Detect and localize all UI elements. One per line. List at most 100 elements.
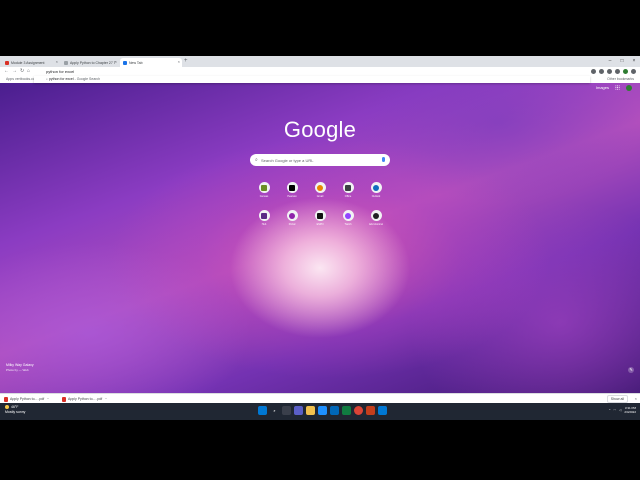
show-all-button[interactable]: Show all bbox=[606, 395, 628, 403]
profile-avatar-icon[interactable] bbox=[623, 69, 628, 74]
start-icon[interactable] bbox=[258, 406, 267, 415]
window-controls: – □ × bbox=[604, 56, 640, 67]
pdf-icon bbox=[62, 396, 66, 402]
shortcut-office[interactable]: Office bbox=[338, 182, 358, 198]
suggestion-query: python for excel bbox=[48, 77, 74, 81]
toolbar-icons bbox=[591, 68, 636, 74]
date: 2/4/2022 bbox=[624, 410, 636, 414]
toolbar: ← → ↻ ⌂ python for excel bbox=[0, 67, 640, 76]
excel-icon[interactable] bbox=[342, 406, 351, 415]
sun-icon bbox=[5, 405, 9, 410]
chevron-up-icon[interactable]: ^ bbox=[105, 397, 106, 401]
shortcut-icon bbox=[261, 212, 267, 219]
volume-icon[interactable]: ◁ bbox=[619, 408, 621, 412]
omnibox[interactable]: python for excel bbox=[34, 68, 590, 75]
omnibox-suggestion[interactable]: ⌕ python for excel - Google Search bbox=[34, 76, 590, 83]
new-tab-button[interactable]: + bbox=[184, 58, 188, 65]
credit-author: Photo by — Web bbox=[6, 368, 29, 372]
suggestion-hint: - Google Search bbox=[74, 77, 101, 81]
shortcut-icon bbox=[373, 184, 379, 191]
bookmark-star-icon[interactable] bbox=[599, 69, 604, 74]
tab-new-tab[interactable]: New Tab × bbox=[120, 58, 182, 67]
shortcut-twitch[interactable]: Twitch bbox=[338, 210, 358, 226]
tab-favicon bbox=[64, 60, 68, 65]
shortcut-canvas[interactable]: Canvas bbox=[254, 182, 274, 198]
back-icon[interactable]: ← bbox=[4, 68, 9, 75]
tab-module-3[interactable]: Module 3 Assignment × bbox=[2, 58, 60, 67]
shortcut-hub[interactable]: Hub bbox=[254, 210, 274, 226]
shortcut-icon bbox=[289, 212, 295, 219]
screen: Module 3 Assignment × Apply Python to Ch… bbox=[0, 56, 640, 420]
download-filename: Apply Python to... .pdf bbox=[68, 397, 103, 401]
reload-icon[interactable]: ↻ bbox=[20, 68, 24, 75]
images-link[interactable]: Images bbox=[596, 85, 609, 91]
store-icon[interactable] bbox=[330, 406, 339, 415]
close-icon[interactable]: × bbox=[178, 60, 180, 64]
tab-favicon bbox=[123, 60, 127, 65]
tab-title: Module 3 Assignment bbox=[11, 60, 45, 65]
close-icon[interactable]: × bbox=[115, 60, 117, 64]
close-icon[interactable]: × bbox=[56, 60, 58, 64]
search-icon[interactable]: ⌕ bbox=[270, 406, 279, 415]
chrome-icon[interactable] bbox=[354, 406, 363, 415]
shortcut-espn[interactable]: ESPN bbox=[310, 210, 330, 226]
share-icon[interactable] bbox=[591, 69, 596, 74]
tab-title: Apply Python to Chapter 27 T bbox=[70, 60, 116, 65]
chat-icon[interactable] bbox=[294, 406, 303, 415]
ntp-top-links: Images bbox=[596, 85, 632, 91]
vscode-icon[interactable] bbox=[378, 406, 387, 415]
weather-temp: 46°F bbox=[11, 405, 19, 409]
other-bookmarks[interactable]: Other bookmarks bbox=[607, 76, 634, 83]
bookmarks-apps[interactable]: Apps vertbooks.com bbox=[6, 76, 38, 83]
home-icon[interactable]: ⌂ bbox=[27, 68, 30, 75]
edge-icon[interactable] bbox=[318, 406, 327, 415]
weather-widget[interactable]: 46°F Mostly sunny bbox=[5, 405, 25, 414]
shortcut-icon bbox=[345, 212, 351, 219]
download-filename: Apply Python to... .pdf bbox=[10, 397, 45, 401]
new-tab-page: Images Google ⌕ Search Google or type a … bbox=[0, 83, 640, 393]
forward-icon[interactable]: → bbox=[12, 68, 17, 75]
google-logo: Google bbox=[283, 117, 357, 142]
tab-strip: Module 3 Assignment × Apply Python to Ch… bbox=[0, 56, 640, 67]
shortcut-pearson[interactable]: Pearson bbox=[282, 182, 302, 198]
customize-pencil-icon[interactable]: ✎ bbox=[628, 367, 634, 373]
download-item[interactable]: Apply Python to... .pdf ^ bbox=[62, 396, 107, 402]
menu-icon[interactable] bbox=[631, 69, 636, 74]
minimize-icon[interactable]: – bbox=[604, 56, 616, 67]
maximize-icon[interactable]: □ bbox=[616, 56, 628, 67]
avatar[interactable] bbox=[626, 85, 632, 91]
tab-favicon bbox=[5, 60, 9, 65]
shortcut-outlook[interactable]: Outlook bbox=[366, 182, 386, 198]
search-input[interactable]: ⌕ Search Google or type a URL bbox=[250, 154, 390, 166]
chevron-up-icon[interactable]: ^ bbox=[47, 397, 48, 401]
wifi-icon[interactable]: ◠ bbox=[613, 408, 616, 412]
apps-grid-icon[interactable] bbox=[615, 85, 620, 90]
add-shortcut-button[interactable]: Add shortcut bbox=[366, 210, 386, 226]
background-credit[interactable]: Milky Way Galaxy Photo by — Web bbox=[6, 363, 34, 373]
clock[interactable]: 3:31 PM 2/4/2022 bbox=[624, 406, 636, 414]
close-icon[interactable]: × bbox=[635, 395, 637, 402]
shortcut-icon bbox=[317, 184, 323, 191]
download-item[interactable]: Apply Python to... .pdf ^ bbox=[4, 396, 49, 402]
shortcut-gmail[interactable]: Gmail bbox=[310, 182, 330, 198]
pdf-icon bbox=[4, 396, 8, 402]
search-placeholder: Search Google or type a URL bbox=[261, 157, 314, 163]
puzzle-icon[interactable] bbox=[615, 69, 620, 74]
file-explorer-icon[interactable] bbox=[306, 406, 315, 415]
close-window-icon[interactable]: × bbox=[628, 56, 640, 67]
weather-desc: Mostly sunny bbox=[5, 409, 26, 414]
powerpoint-icon[interactable] bbox=[366, 406, 375, 415]
shortcut-portal[interactable]: Portal bbox=[282, 210, 302, 226]
taskbar: 46°F Mostly sunny ⌕ ^ ◠ ◁ 3:31 PM 2/4/20… bbox=[0, 403, 640, 420]
tab-apply-python[interactable]: Apply Python to Chapter 27 T × bbox=[61, 58, 119, 67]
extension-icon[interactable] bbox=[607, 69, 612, 74]
taskbar-apps: ⌕ bbox=[258, 406, 387, 415]
system-tray: ^ ◠ ◁ 3:31 PM 2/4/2022 bbox=[609, 406, 636, 414]
add-icon bbox=[373, 212, 379, 219]
chevron-up-icon[interactable]: ^ bbox=[609, 408, 610, 412]
shortcut-icon bbox=[345, 184, 351, 191]
task-view-icon[interactable] bbox=[282, 406, 291, 415]
shortcut-icon bbox=[317, 212, 323, 219]
microphone-icon[interactable] bbox=[382, 157, 385, 162]
omnibox-text: python for excel bbox=[46, 69, 75, 74]
